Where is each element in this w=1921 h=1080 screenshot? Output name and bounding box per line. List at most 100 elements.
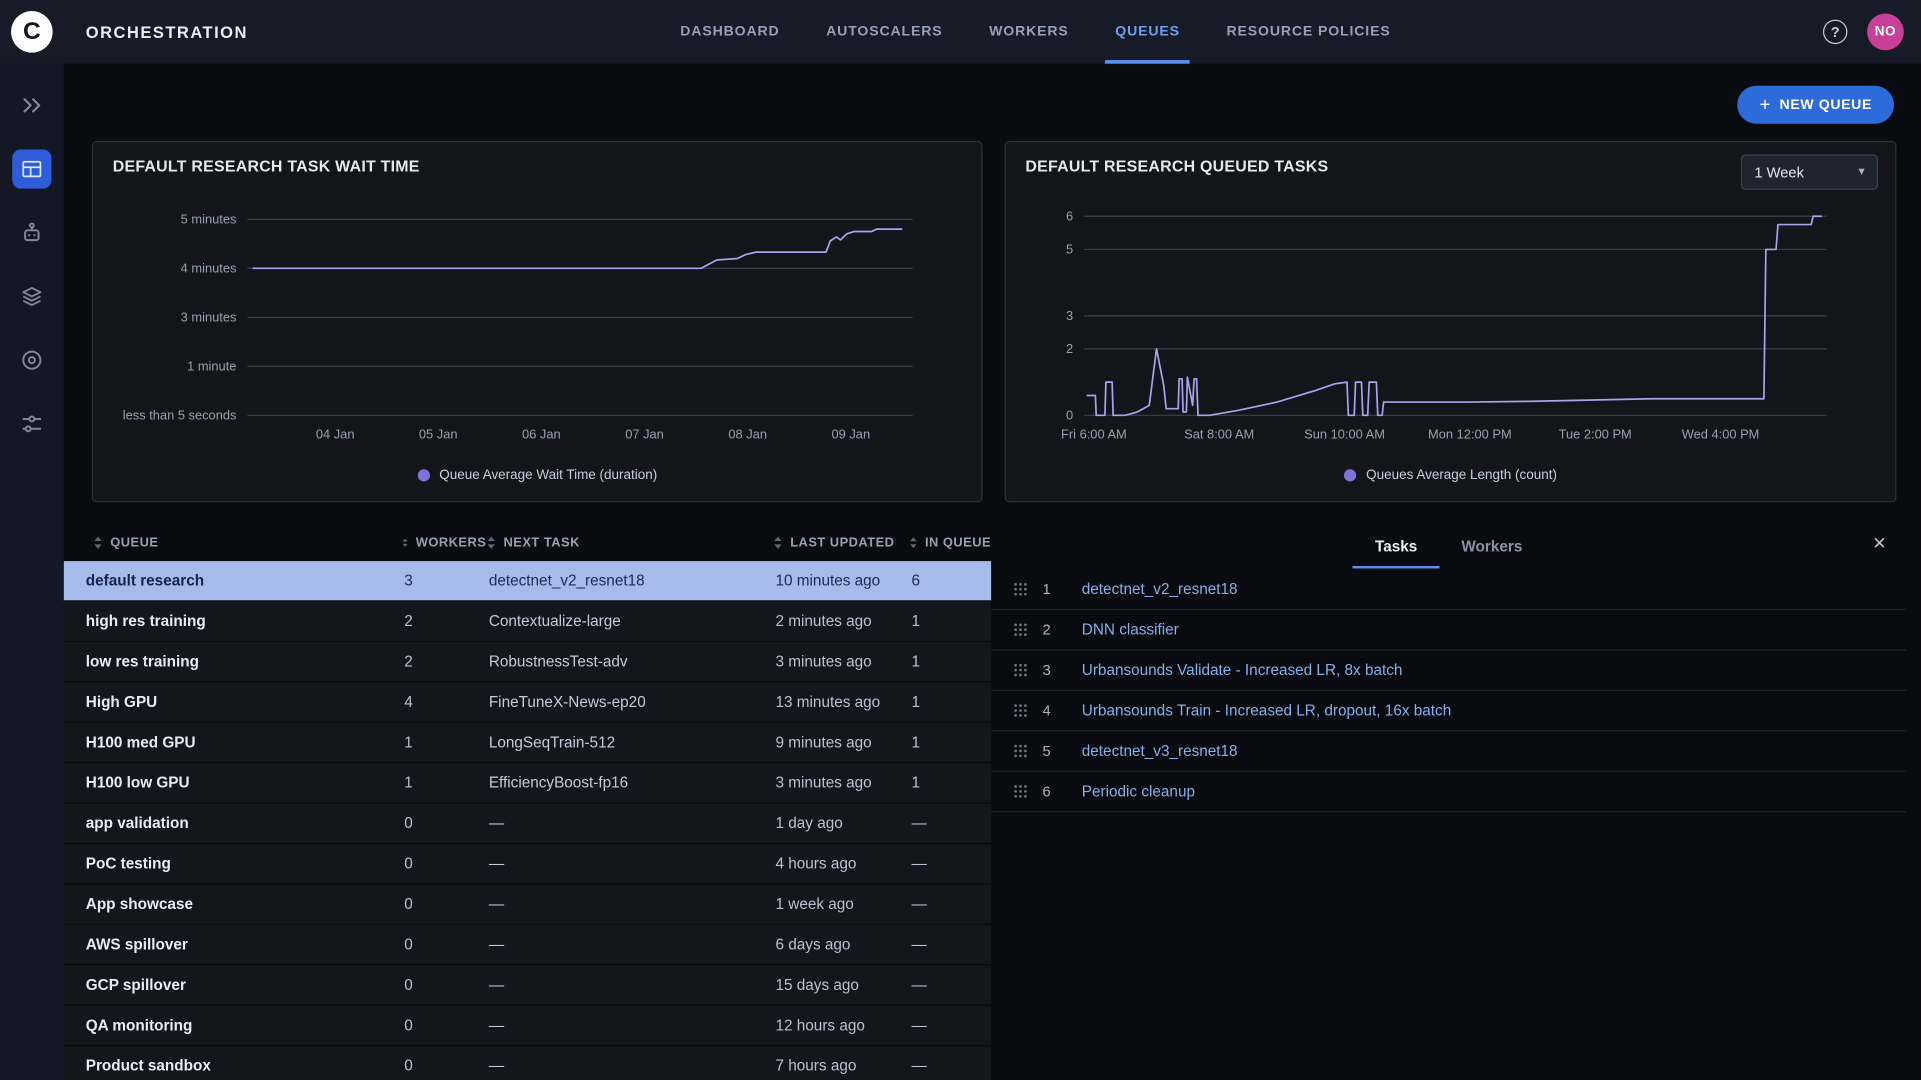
in-queue-count: — bbox=[909, 1057, 991, 1074]
queued-tasks-chart-legend: Queues Average Length (count) bbox=[1025, 468, 1875, 483]
nav-autoscalers[interactable]: AUTOSCALERS bbox=[826, 0, 942, 64]
queue-name: H100 low GPU bbox=[64, 774, 402, 791]
table-row[interactable]: Product sandbox0—7 hours ago— bbox=[64, 1046, 991, 1080]
list-item[interactable]: 5detectnet_v3_resnet18 bbox=[991, 731, 1906, 771]
table-row[interactable]: app validation0—1 day ago— bbox=[64, 804, 991, 844]
table-row[interactable]: GCP spillover0—15 days ago— bbox=[64, 965, 991, 1005]
list-item[interactable]: 6Periodic cleanup bbox=[991, 772, 1906, 812]
table-row[interactable]: App showcase0—1 week ago— bbox=[64, 885, 991, 925]
list-item[interactable]: 1detectnet_v2_resnet18 bbox=[991, 570, 1906, 610]
table-row[interactable]: High GPU4FineTuneX-News-ep2013 minutes a… bbox=[64, 682, 991, 722]
column-header-queue[interactable]: QUEUE bbox=[64, 535, 402, 550]
next-task: — bbox=[486, 1057, 773, 1074]
clearml-logo-icon[interactable]: C bbox=[11, 11, 53, 53]
column-header-in-queue[interactable]: IN QUEUE bbox=[909, 535, 991, 550]
workers-count: 2 bbox=[402, 613, 487, 630]
drag-handle-icon[interactable] bbox=[1013, 622, 1028, 637]
task-name-link[interactable]: Periodic cleanup bbox=[1082, 783, 1195, 800]
avatar[interactable]: NO bbox=[1867, 13, 1904, 50]
task-name-link[interactable]: Urbansounds Validate - Increased LR, 8x … bbox=[1082, 662, 1403, 679]
last-updated: 15 days ago bbox=[773, 976, 909, 993]
nav-queues[interactable]: QUEUES bbox=[1115, 0, 1180, 64]
drag-handle-icon[interactable] bbox=[1013, 744, 1028, 759]
in-queue-count: — bbox=[909, 976, 991, 993]
table-row[interactable]: PoC testing0—4 hours ago— bbox=[64, 844, 991, 884]
table-row[interactable]: high res training2Contextualize-large2 m… bbox=[64, 602, 991, 642]
queues-table: QUEUE WORKERSNEXT TASKLAST UPDATEDIN QUEU… bbox=[64, 524, 991, 1080]
list-item[interactable]: 2DNN classifier bbox=[991, 610, 1906, 650]
column-label: QUEUE bbox=[110, 535, 158, 550]
svg-text:Sun 10:00 AM: Sun 10:00 AM bbox=[1304, 427, 1385, 442]
in-queue-count: 1 bbox=[909, 653, 991, 670]
in-queue-count: 1 bbox=[909, 774, 991, 791]
sidebar-item-getting-started[interactable] bbox=[7, 81, 56, 130]
queued-tasks-chart-card: DEFAULT RESEARCH QUEUED TASKS 1 Week ▾ 0… bbox=[1005, 141, 1897, 502]
workers-count: 0 bbox=[402, 815, 487, 832]
workers-count: 0 bbox=[402, 976, 487, 993]
list-item[interactable]: 3Urbansounds Validate - Increased LR, 8x… bbox=[991, 651, 1906, 691]
svg-text:5: 5 bbox=[1066, 242, 1073, 257]
table-row[interactable]: low res training2RobustnessTest-adv3 min… bbox=[64, 642, 991, 682]
svg-text:3: 3 bbox=[1066, 308, 1073, 323]
nav-workers[interactable]: WORKERS bbox=[989, 0, 1069, 64]
table-row[interactable]: H100 med GPU1LongSeqTrain-5129 minutes a… bbox=[64, 723, 991, 763]
drag-handle-icon[interactable] bbox=[1013, 582, 1028, 597]
last-updated: 7 hours ago bbox=[773, 1057, 909, 1074]
table-row[interactable]: H100 low GPU1EfficiencyBoost-fp163 minut… bbox=[64, 763, 991, 803]
wait-time-chart: less than 5 seconds1 minute3 minutes4 mi… bbox=[113, 180, 962, 459]
last-updated: 12 hours ago bbox=[773, 1017, 909, 1034]
drag-handle-icon[interactable] bbox=[1013, 703, 1028, 718]
sidebar-item-resource-groups[interactable] bbox=[7, 336, 56, 385]
last-updated: 1 day ago bbox=[773, 815, 909, 832]
next-task: LongSeqTrain-512 bbox=[486, 734, 773, 751]
task-name-link[interactable]: Urbansounds Train - Increased LR, dropou… bbox=[1082, 702, 1451, 719]
time-range-select[interactable]: 1 Week ▾ bbox=[1741, 154, 1878, 190]
queue-name: high res training bbox=[64, 613, 402, 630]
in-queue-count: — bbox=[909, 1017, 991, 1034]
tab-workers[interactable]: Workers bbox=[1439, 530, 1544, 568]
resource-groups-icon bbox=[20, 348, 45, 373]
sort-icon bbox=[402, 535, 409, 550]
in-queue-count: 1 bbox=[909, 734, 991, 751]
queues-table-body: default research3detectnet_v2_resnet1810… bbox=[64, 561, 991, 1080]
table-row[interactable]: default research3detectnet_v2_resnet1810… bbox=[64, 561, 991, 601]
column-header-workers[interactable]: WORKERS bbox=[402, 535, 487, 550]
column-header-last-updated[interactable]: LAST UPDATED bbox=[773, 535, 909, 550]
in-queue-count: — bbox=[909, 936, 991, 953]
task-position: 6 bbox=[1043, 783, 1082, 800]
sidebar-item-layers[interactable] bbox=[7, 272, 56, 321]
column-header-next-task[interactable]: NEXT TASK bbox=[486, 535, 773, 550]
help-icon[interactable]: ? bbox=[1823, 20, 1848, 45]
time-range-value: 1 Week bbox=[1754, 164, 1804, 181]
queue-name: AWS spillover bbox=[64, 936, 402, 953]
task-name-link[interactable]: detectnet_v3_resnet18 bbox=[1082, 742, 1238, 759]
sidebar-item-pipelines[interactable] bbox=[7, 399, 56, 448]
workers-count: 0 bbox=[402, 896, 487, 913]
svg-text:07 Jan: 07 Jan bbox=[625, 427, 664, 442]
sidebar-item-queues[interactable] bbox=[7, 145, 56, 194]
drag-handle-icon[interactable] bbox=[1013, 663, 1028, 678]
drag-handle-icon[interactable] bbox=[1013, 784, 1028, 799]
svg-text:0: 0 bbox=[1066, 408, 1073, 423]
nav-resource-policies[interactable]: RESOURCE POLICIES bbox=[1226, 0, 1390, 64]
in-queue-count: — bbox=[909, 855, 991, 872]
chevron-down-icon: ▾ bbox=[1858, 165, 1864, 178]
table-row[interactable]: QA monitoring0—12 hours ago— bbox=[64, 1006, 991, 1046]
svg-text:08 Jan: 08 Jan bbox=[728, 427, 767, 442]
header-right: ? NO bbox=[1823, 13, 1904, 50]
task-name-link[interactable]: DNN classifier bbox=[1082, 621, 1179, 638]
sidebar-item-workers[interactable] bbox=[7, 208, 56, 257]
workers-count: 4 bbox=[402, 693, 487, 710]
last-updated: 3 minutes ago bbox=[773, 774, 909, 791]
bottom-section: QUEUE WORKERSNEXT TASKLAST UPDATEDIN QUEU… bbox=[64, 524, 1921, 1080]
queue-name: QA monitoring bbox=[64, 1017, 402, 1034]
tab-tasks[interactable]: Tasks bbox=[1353, 530, 1439, 568]
table-row[interactable]: AWS spillover0—6 days ago— bbox=[64, 925, 991, 965]
nav-dashboard[interactable]: DASHBOARD bbox=[680, 0, 779, 64]
toolbar: + NEW QUEUE bbox=[64, 64, 1921, 124]
close-icon[interactable]: ✕ bbox=[1872, 534, 1886, 551]
new-queue-button[interactable]: + NEW QUEUE bbox=[1738, 86, 1894, 124]
list-item[interactable]: 4Urbansounds Train - Increased LR, dropo… bbox=[991, 691, 1906, 731]
task-name-link[interactable]: detectnet_v2_resnet18 bbox=[1082, 581, 1238, 598]
svg-text:Wed 4:00 PM: Wed 4:00 PM bbox=[1682, 427, 1760, 442]
